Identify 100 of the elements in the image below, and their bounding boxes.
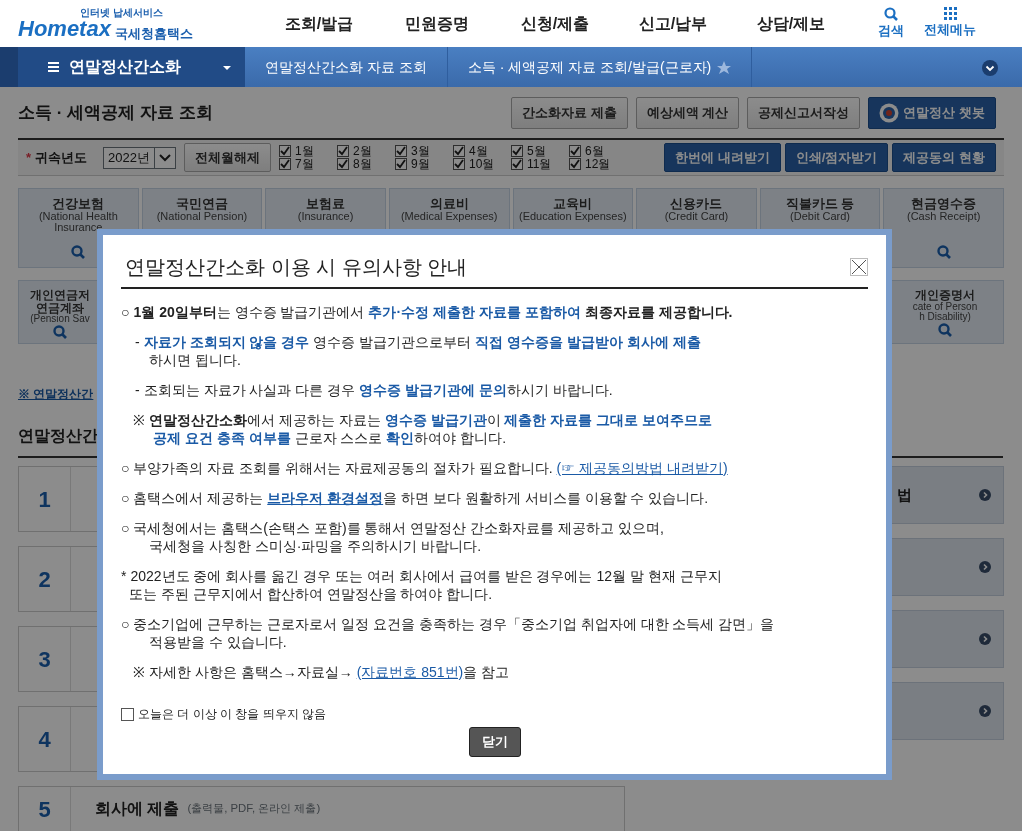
search-icon <box>884 6 898 21</box>
menu-dropdown[interactable]: 연말정산간소화 <box>0 47 245 87</box>
category-title: 개인연금저 <box>30 289 90 302</box>
menu-item[interactable]: 상담/제보 <box>732 11 850 36</box>
download-button[interactable]: 한번에 내려받기 <box>664 142 781 173</box>
step-number: 2 <box>19 547 71 611</box>
month-checkbox[interactable]: 8월 <box>337 157 383 171</box>
action-button[interactable]: 예상세액 계산 <box>635 97 740 129</box>
section-title: 연말정산간 <box>18 427 98 444</box>
month-checkbox[interactable]: 11월 <box>511 157 557 171</box>
category-subtitle: (Medical Expenses) <box>400 210 498 223</box>
category-subtitle: (Credit Card) <box>664 210 729 223</box>
chevron-down-icon <box>159 153 171 162</box>
menu-item[interactable]: 신고/납부 <box>614 11 732 36</box>
step-number: 4 <box>19 707 71 771</box>
close-button[interactable] <box>850 258 868 276</box>
notice-text: 또는 주된 근무지에서 합산하여 연말정산을 하여야 합니다. <box>128 585 494 603</box>
step-note: (출력물, PDF, 온라인 제출) <box>187 801 321 817</box>
menu-icon <box>48 62 59 72</box>
notice-text: 하시면 됩니다. <box>148 351 242 369</box>
logo[interactable]: Hometax <box>18 17 111 40</box>
notice-text: ※ 자세한 사항은 홈택스→자료실→ (자료번호 851번)을 참고 <box>133 663 511 681</box>
all-menu-button[interactable]: 전체메뉴 <box>924 6 976 41</box>
page-title: 소득 · 세액공제 자료 조회 <box>18 102 213 125</box>
category-title: 신용카드 <box>670 197 723 211</box>
month-checkbox[interactable]: 10월 <box>453 157 499 171</box>
close-icon <box>850 258 868 276</box>
category-subtitle: cate of Person <box>912 301 978 312</box>
notice-link[interactable]: ※ 연말정산간 <box>18 387 94 401</box>
notice-text: 국세청을 사칭한 스미싱·파밍을 주의하시기 바랍니다. <box>148 537 483 555</box>
month-checkbox[interactable]: 5월 <box>511 144 557 158</box>
category-subtitle: Insurance <box>54 222 103 234</box>
month-checkbox[interactable]: 12월 <box>569 157 615 171</box>
notice-text: * 2022년도 중에 회사를 옮긴 경우 또는 여러 회사에서 급여를 받은 경우에는 12월 말 현재 근무지 <box>121 567 723 585</box>
clear-months-button[interactable]: 전체월해제 <box>184 142 271 173</box>
action-button[interactable]: 간소화자료 제출 <box>511 97 628 129</box>
category-subtitle: (Cash Receipt) <box>907 210 981 223</box>
close-button[interactable]: 닫기 <box>468 727 521 757</box>
category-title: 연금계좌 <box>36 301 84 315</box>
action-button[interactable]: 공제신고서작성 <box>747 97 861 129</box>
menu-item[interactable]: 신청/제출 <box>496 11 614 36</box>
month-checkbox[interactable]: 4월 <box>453 144 499 158</box>
menu-item[interactable]: 민원증명 <box>378 11 496 36</box>
month-checkbox[interactable]: 6월 <box>569 144 615 158</box>
breadcrumb-link[interactable]: 소득 · 세액공제 자료 조회/발급(근로자) <box>447 47 753 87</box>
text-link[interactable]: 브라우저 환경설정 <box>267 490 384 506</box>
arrow-right-icon <box>979 633 991 645</box>
filter-label: * 귀속년도 <box>26 148 88 167</box>
category-subtitle: (Pension Sav <box>30 314 90 325</box>
category-subtitle: (Insurance) <box>297 210 354 223</box>
arrow-right-icon <box>979 489 991 501</box>
category-subtitle: (National Pension) <box>156 210 248 223</box>
menu-item[interactable]: 조회/발급 <box>260 11 378 36</box>
category-card[interactable]: 현금영수증 (Cash Receipt) <box>883 188 1004 268</box>
logo-name: 국세청홈택스 <box>114 26 193 40</box>
search-icon <box>938 323 952 338</box>
chatbot-button[interactable]: 연말정산 챗봇 <box>868 97 996 129</box>
month-checkbox[interactable]: 2월 <box>337 144 383 158</box>
expand-icon <box>982 59 998 76</box>
download-button[interactable]: 제공동의 현황 <box>892 142 996 173</box>
year-select[interactable]: 2022년 <box>103 146 176 169</box>
notice-text: ○ 부양가족의 자료 조회를 위해서는 자료제공동의 절차가 필요합니다. (☞ 제공동의방법 내려받기) <box>121 459 729 477</box>
month-checkbox[interactable]: 9월 <box>395 157 441 171</box>
breadcrumb-link[interactable]: 연말정산간소화 자료 조회 <box>245 47 448 87</box>
notice-text: - 조회되는 자료가 사실과 다른 경우 영수증 발급기관에 문의하시기 바랍니다. <box>135 381 614 399</box>
category-title: 건강보험 <box>52 197 105 211</box>
emblem-icon <box>879 103 900 123</box>
arrow-right-icon <box>979 561 991 573</box>
download-button[interactable]: 인쇄/점자받기 <box>784 142 889 173</box>
step-number: 3 <box>19 627 71 691</box>
search-button[interactable]: 검색 <box>878 6 904 41</box>
notice-text: - 자료가 조회되지 않을 경우 영수증 발급기관으로부터 직접 영수증을 발급받아 회사에 제출 <box>135 333 702 351</box>
category-title: 현금영수증 <box>911 197 977 211</box>
search-icon <box>53 325 67 340</box>
category-title: 국민연금 <box>175 197 228 211</box>
category-title: 직불카드 등 <box>785 197 855 211</box>
notice-text: ○ 중소기업에 근무하는 근로자로서 일정 요건을 충족하는 경우「중소기업 취업자에 대한 소득세 감면」을 <box>121 615 776 633</box>
step-row[interactable]: 5 회사에 제출 (출력물, PDF, 온라인 제출) <box>18 786 625 831</box>
step-number: 1 <box>19 467 71 531</box>
category-subtitle: (Education Expenses) <box>519 210 627 223</box>
category-title: 의료비 <box>429 197 469 211</box>
month-checkbox[interactable]: 7월 <box>279 157 325 171</box>
month-checkbox[interactable]: 1월 <box>279 144 325 158</box>
grid-icon <box>943 6 957 20</box>
notice-text: 공제 요건 충족 여부를 근로자 스스로 확인하여야 합니다. <box>152 429 508 447</box>
step-title: 회사에 제출 <box>95 799 180 819</box>
category-title: 보험료 <box>306 197 346 211</box>
logo-tagline: 인터넷 납세서비스 <box>80 7 164 18</box>
category-subtitle: (National Health <box>38 210 118 223</box>
arrow-right-icon <box>979 705 991 717</box>
month-checkbox[interactable]: 3월 <box>395 144 441 158</box>
category-title: 교육비 <box>553 197 593 211</box>
notice-text: ※ 연말정산간소화에서 제공하는 자료는 영수증 발급기관이 제출한 자료를 그대로 보여주므로 <box>133 411 714 429</box>
text-link[interactable]: (자료번호 851번) <box>356 664 464 680</box>
text-link[interactable]: (☞ 제공동의방법 내려받기) <box>556 460 728 476</box>
category-subtitle: (Debit Card) <box>790 210 850 223</box>
dont-show-checkbox[interactable]: 오늘은 더 이상 이 창을 띄우지 않음 <box>121 705 868 723</box>
notice-text: 적용받을 수 있습니다. <box>148 633 288 651</box>
caret-icon <box>223 65 231 70</box>
notice-text: ○ 홈택스에서 제공하는 브라우저 환경설정을 하면 보다 원활하게 서비스를 이용할 수 있습니다. <box>121 489 710 507</box>
